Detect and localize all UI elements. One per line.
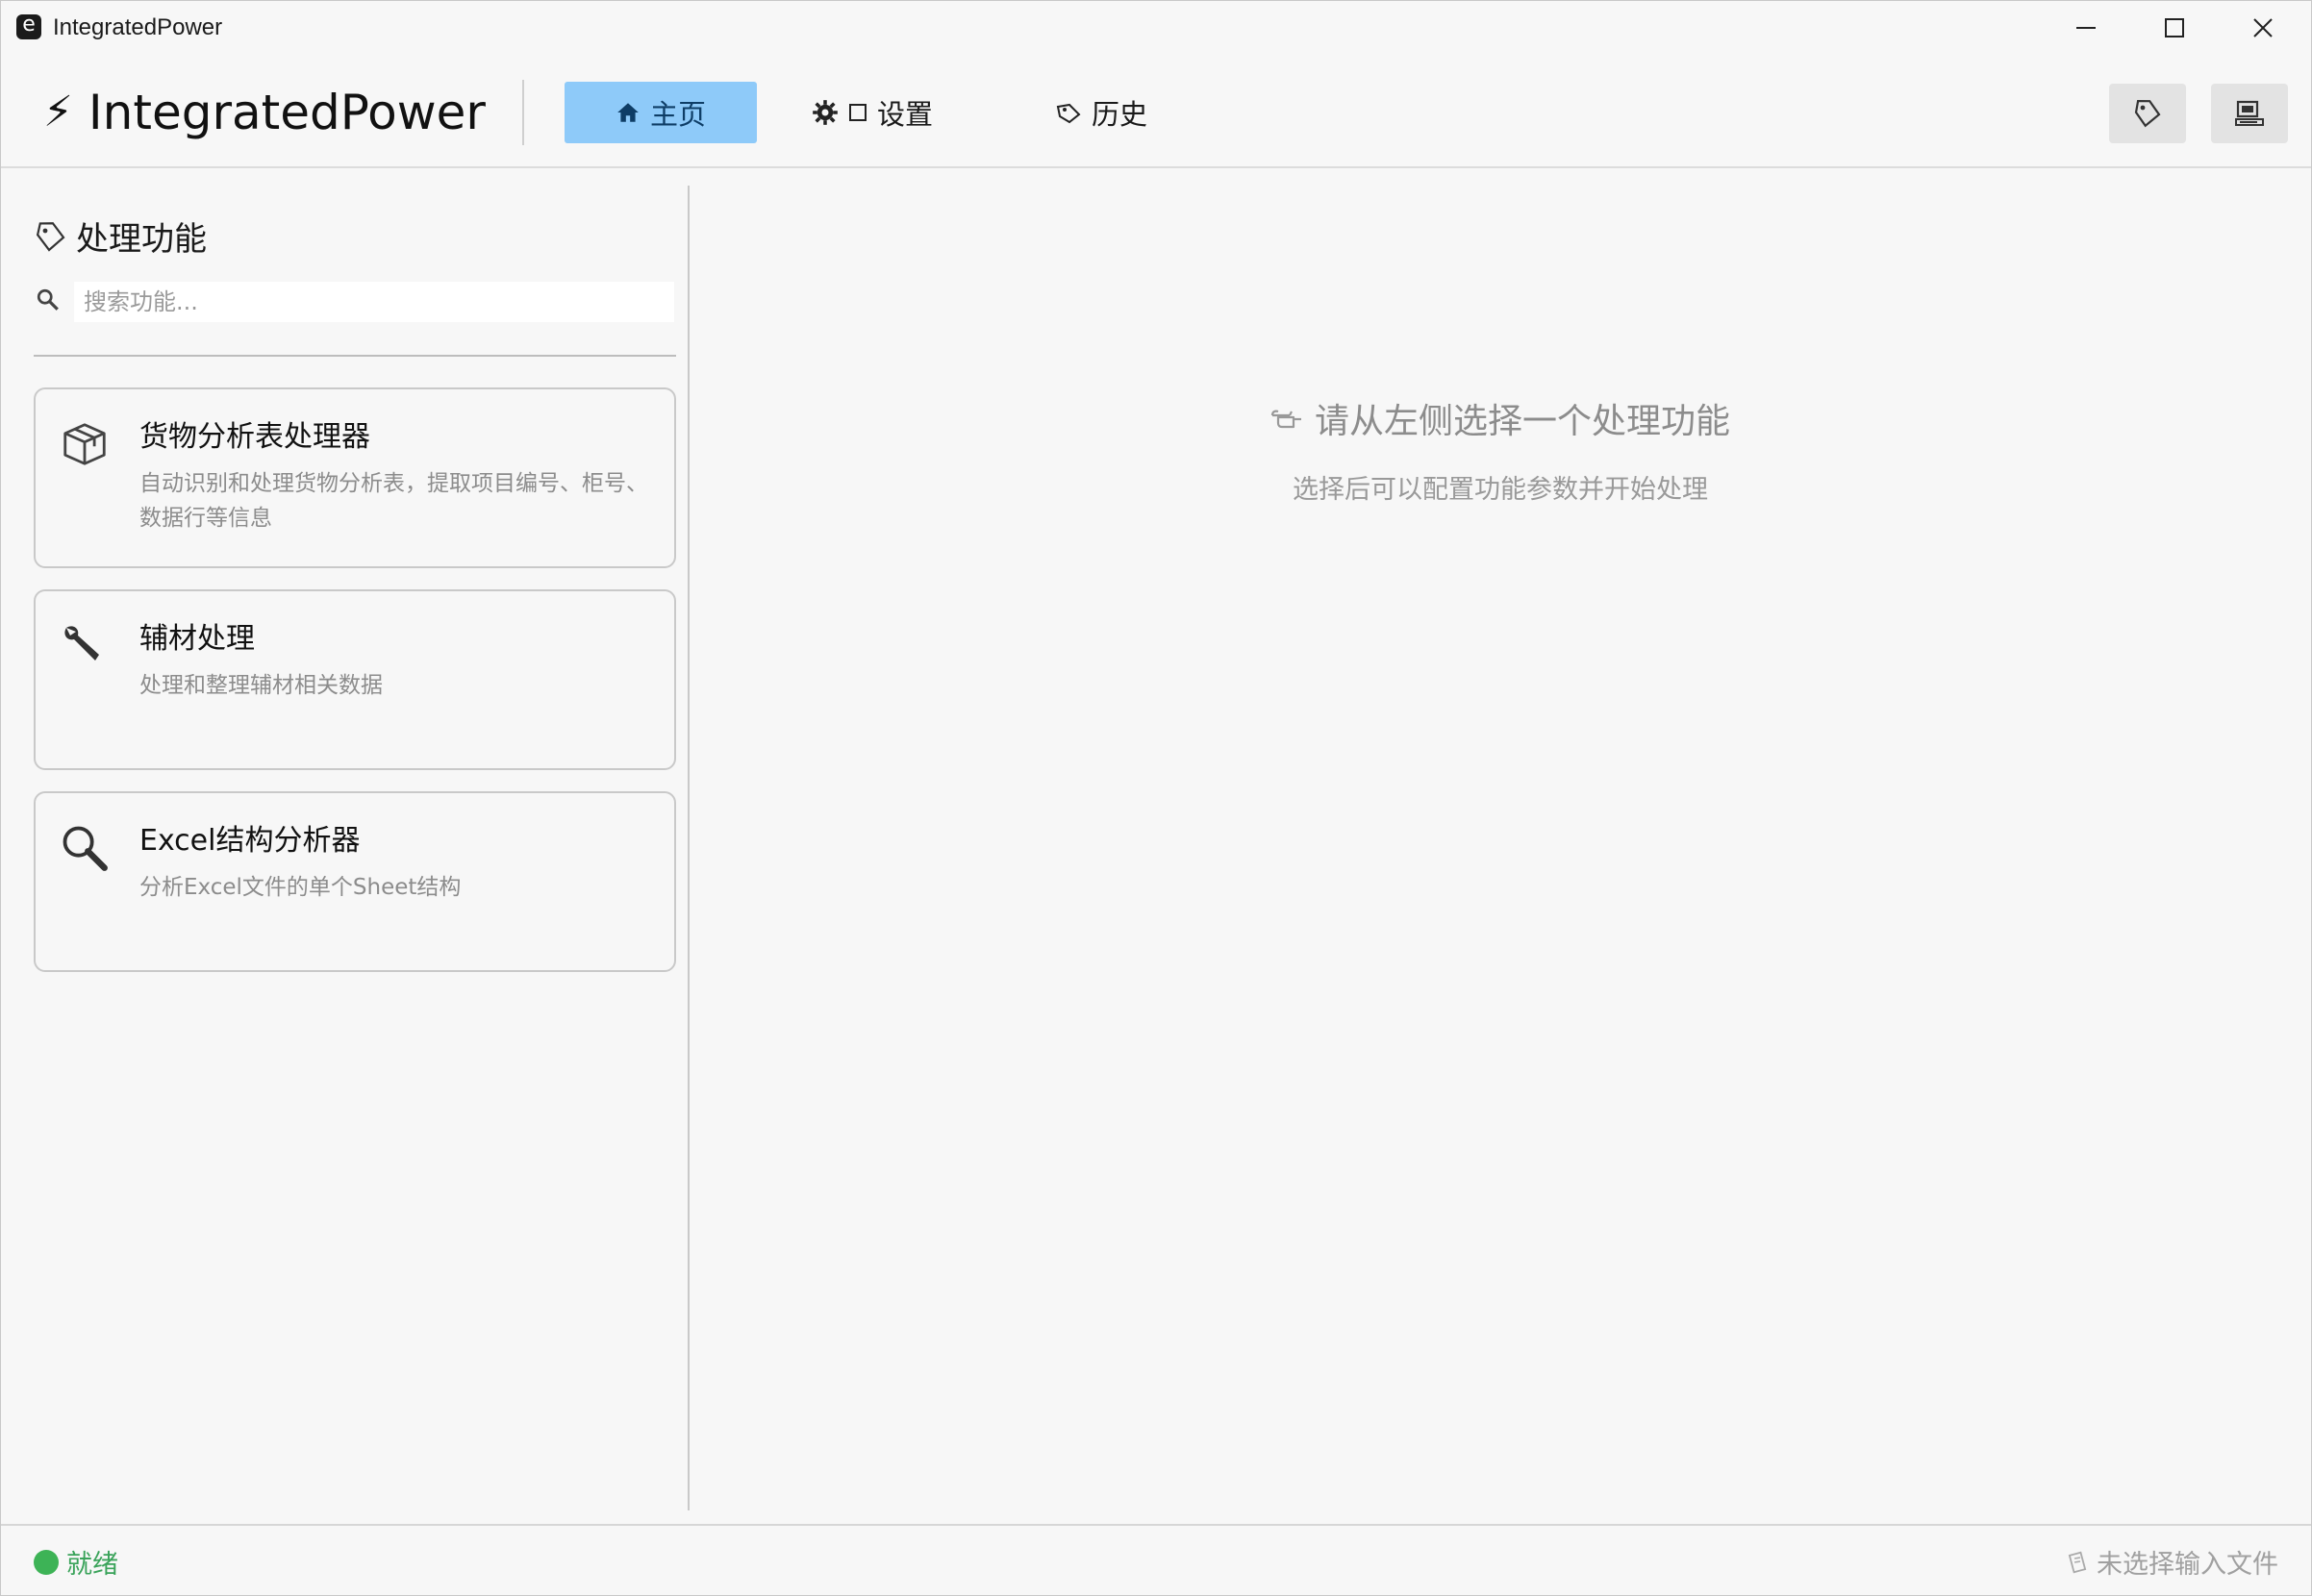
tab-home-label: 主页 xyxy=(649,98,706,131)
feature-card-excel-structure[interactable]: Excel结构分析器 分析Excel文件的单个Sheet结构 xyxy=(34,791,676,972)
tag-icon xyxy=(2134,99,2161,128)
box-glyph-icon xyxy=(848,104,867,121)
status-dot-icon xyxy=(34,1549,59,1575)
tag-icon xyxy=(1056,103,1081,124)
main-panel: 请从左侧选择一个处理功能 选择后可以配置功能参数并开始处理 xyxy=(690,168,2311,1524)
home-icon xyxy=(617,103,639,122)
lightning-icon: ⚡ xyxy=(43,87,73,137)
card-title: 货物分析表处理器 xyxy=(139,420,370,454)
file-status-text: 未选择输入文件 xyxy=(2097,1550,2278,1580)
magnifier-icon xyxy=(63,826,108,871)
status-indicator: 就绪 xyxy=(34,1543,118,1581)
gear-icon xyxy=(813,100,838,125)
status-text: 就绪 xyxy=(66,1550,118,1580)
empty-state-title: 请从左侧选择一个处理功能 xyxy=(690,393,2311,443)
card-description: 分析Excel文件的单个Sheet结构 xyxy=(139,875,462,900)
card-description: 自动识别和处理货物分析表，提取项目编号、柜号、数据行等信息 xyxy=(139,471,648,531)
pointing-hand-icon xyxy=(1270,410,1301,429)
window-title: IntegratedPower xyxy=(53,14,223,40)
brand-name: IntegratedPower xyxy=(88,85,486,140)
system-button[interactable] xyxy=(2211,84,2288,143)
tags-button[interactable] xyxy=(2109,84,2186,143)
title-bar: e IntegratedPower xyxy=(1,1,2311,55)
feature-card-cargo-analysis[interactable]: 货物分析表处理器 自动识别和处理货物分析表，提取项目编号、柜号、数据行等信息 xyxy=(34,387,676,568)
tab-history-label: 历史 xyxy=(1091,98,1147,131)
search-icon xyxy=(37,288,59,311)
status-bar: 就绪 未选择输入文件 xyxy=(1,1524,2311,1595)
empty-state-title-text: 请从左侧选择一个处理功能 xyxy=(1314,402,1730,441)
card-description: 处理和整理辅材相关数据 xyxy=(139,673,383,698)
tab-settings[interactable]: 设置 xyxy=(805,82,940,143)
minimize-button[interactable] xyxy=(2042,1,2130,55)
card-title: Excel结构分析器 xyxy=(139,824,361,858)
search-input[interactable] xyxy=(74,282,674,322)
empty-state-subtitle: 选择后可以配置功能参数并开始处理 xyxy=(1293,475,1708,505)
sidebar: 处理功能 货物分析表处理器 自动识别和处理货物分析表，提取项目编号、柜号、数据行… xyxy=(1,168,690,1524)
close-button[interactable] xyxy=(2219,1,2307,55)
wrench-icon xyxy=(64,626,99,661)
app-header: ⚡ IntegratedPower 主页 设置 历史 xyxy=(1,55,2311,168)
tab-settings-label: 设置 xyxy=(876,98,933,131)
package-icon xyxy=(63,423,106,465)
app-icon: e xyxy=(16,14,41,39)
maximize-icon xyxy=(2165,18,2184,37)
card-title: 辅材处理 xyxy=(139,622,255,656)
sidebar-heading-label: 处理功能 xyxy=(76,220,207,259)
document-icon xyxy=(2068,1551,2087,1573)
file-status: 未选择输入文件 xyxy=(2066,1543,2278,1581)
brand: ⚡ IntegratedPower xyxy=(43,86,486,139)
header-divider xyxy=(522,80,524,145)
tab-home[interactable]: 主页 xyxy=(565,82,757,143)
sidebar-heading: 处理功能 xyxy=(34,212,207,260)
close-icon xyxy=(2253,18,2273,37)
sidebar-divider xyxy=(34,355,676,357)
minimize-icon xyxy=(2076,27,2096,29)
feature-card-auxiliary-materials[interactable]: 辅材处理 处理和整理辅材相关数据 xyxy=(34,589,676,770)
app-window: e IntegratedPower ⚡ IntegratedPower 主页 设… xyxy=(0,0,2312,1596)
tag-icon xyxy=(36,221,65,252)
tab-history[interactable]: 历史 xyxy=(1043,82,1159,143)
maximize-button[interactable] xyxy=(2130,1,2219,55)
computer-icon xyxy=(2235,100,2264,126)
